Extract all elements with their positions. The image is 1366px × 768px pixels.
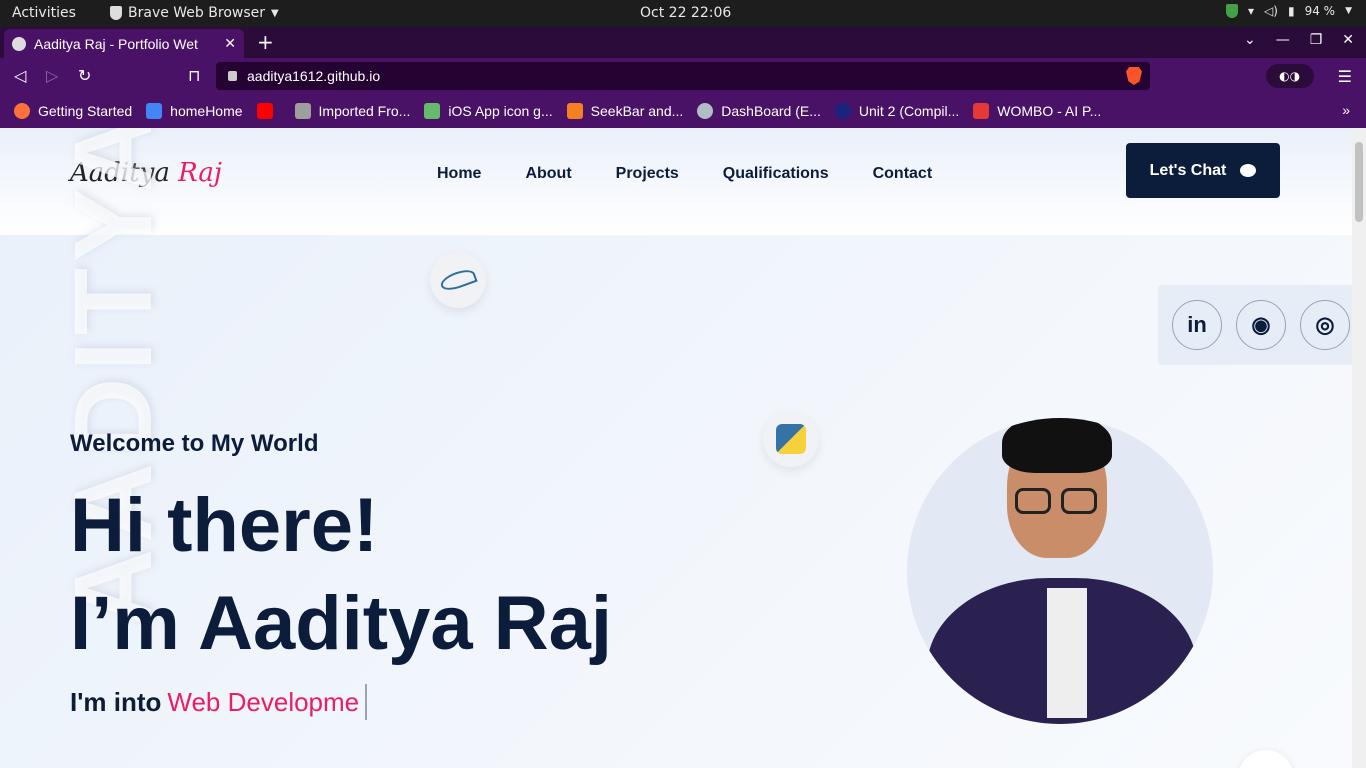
mysql-dolphin-icon — [438, 266, 478, 294]
chevron-down-icon: ▼ — [271, 7, 279, 19]
minimize-icon[interactable]: — — [1276, 32, 1290, 48]
tab-bar: Aaditya Raj - Portfolio Wet ✕ + ⌄ — ❐ ✕ — [0, 27, 1366, 58]
nav-home[interactable]: Home — [437, 165, 481, 183]
battery-percent: 94 % — [1304, 4, 1336, 18]
welcome-heading: Welcome to My World — [70, 430, 319, 457]
python-bubble — [763, 411, 819, 467]
tab-portfolio[interactable]: Aaditya Raj - Portfolio Wet ✕ — [4, 29, 244, 58]
volume-icon: ◁) — [1264, 4, 1278, 18]
bookmark-seekbar[interactable]: SeekBar and... — [566, 103, 683, 119]
toolbar-right: ◐◑ ☰ — [1265, 64, 1352, 88]
folder-icon — [294, 103, 311, 119]
firefox-icon — [14, 103, 30, 119]
reload-icon[interactable]: ↻ — [78, 66, 91, 85]
private-glasses-icon[interactable]: ◐◑ — [1265, 64, 1314, 88]
mysql-bubble — [430, 252, 486, 308]
social-links-panel: in ◉ ◎ — [1158, 285, 1352, 365]
battery-icon: ▮ — [1287, 4, 1295, 18]
shield-icon — [1226, 4, 1239, 18]
system-top-bar: Activities Brave Web Browser ▼ Oct 22 22… — [0, 0, 1366, 27]
app-menu[interactable]: Brave Web Browser ▼ — [110, 5, 279, 21]
linkedin-icon[interactable]: in — [1172, 300, 1222, 350]
brave-shields-icon[interactable] — [1126, 67, 1142, 85]
stackoverflow-icon — [566, 103, 583, 119]
wombo-icon — [973, 103, 990, 119]
typing-prefix: I'm into — [70, 686, 162, 717]
star-icon — [834, 103, 851, 119]
photo-shirt — [1047, 588, 1087, 718]
github-icon[interactable]: ◉ — [1236, 300, 1286, 350]
url-text[interactable]: aaditya1612.github.io — [247, 68, 380, 84]
toolbar: ◁ ▷ ↻ ⊓ aaditya1612.github.io ◐◑ ☰ — [0, 58, 1366, 94]
activities-button[interactable]: Activities — [12, 5, 76, 21]
bookmark-ios-app-icon[interactable]: iOS App icon g... — [424, 103, 553, 119]
bookmark-folder-imported[interactable]: Imported Fro... — [294, 103, 410, 119]
page-scrollbar[interactable] — [1352, 128, 1366, 768]
brave-icon — [110, 6, 122, 20]
bookmark-home[interactable]: homeHome — [146, 103, 243, 119]
nav-about[interactable]: About — [525, 165, 571, 183]
bookmark-dashboard[interactable]: DashBoard (E... — [697, 103, 821, 119]
lets-chat-button[interactable]: Let's Chat — [1126, 143, 1280, 198]
app-name: Brave Web Browser — [128, 5, 265, 21]
scrollbar-thumb[interactable] — [1355, 142, 1363, 222]
hero-greeting: Hi there! — [70, 483, 379, 568]
globe-icon — [12, 36, 26, 51]
app-icon — [424, 103, 441, 119]
typing-line: I'm into Web Developme — [70, 684, 368, 720]
python-icon — [776, 424, 806, 454]
site-nav: Home About Projects Qualifications Conta… — [437, 165, 932, 183]
clock[interactable]: Oct 22 22:06 — [640, 5, 731, 21]
typing-skill: Web Developme — [167, 686, 360, 717]
lock-icon[interactable] — [228, 71, 237, 81]
chevron-down-icon: ▼ — [1345, 6, 1352, 16]
menu-icon[interactable]: ☰ — [1338, 67, 1352, 86]
new-tab-button[interactable]: + — [257, 30, 274, 54]
close-tab-icon[interactable]: ✕ — [224, 36, 236, 52]
photo-hair — [1002, 418, 1112, 473]
youtube-icon — [256, 103, 273, 119]
tab-title: Aaditya Raj - Portfolio Wet — [34, 35, 198, 52]
wifi-icon: ▾ — [1248, 4, 1255, 18]
tab-list-icon[interactable]: ⌄ — [1244, 32, 1256, 48]
site-header: Aaditya Raj Home About Projects Qualific… — [0, 128, 1352, 235]
nav-qualifications[interactable]: Qualifications — [723, 165, 829, 183]
back-icon[interactable]: ◁ — [14, 66, 26, 85]
bookmark-unit-2[interactable]: Unit 2 (Compil... — [834, 103, 959, 119]
window-controls: ⌄ — ❐ ✕ — [1244, 32, 1354, 48]
profile-photo — [907, 418, 1213, 724]
bookmark-wombo[interactable]: WOMBO - AI P... — [973, 103, 1101, 119]
instagram-icon[interactable]: ◎ — [1300, 300, 1350, 350]
webpage: Aaditya Raj Home About Projects Qualific… — [0, 128, 1352, 768]
hero-name: I’m Aaditya Raj — [70, 581, 613, 666]
restore-icon[interactable]: ❐ — [1310, 32, 1323, 48]
tech-bubble — [1238, 750, 1294, 768]
bookmark-icon[interactable]: ⊓ — [188, 66, 200, 85]
photo-glasses-left — [1015, 488, 1051, 514]
ads-icon — [146, 103, 163, 119]
close-window-icon[interactable]: ✕ — [1342, 32, 1354, 48]
nav-contact[interactable]: Contact — [873, 165, 933, 183]
dashboard-icon — [697, 103, 714, 119]
bookmark-youtube[interactable] — [256, 103, 281, 119]
forward-icon[interactable]: ▷ — [46, 66, 58, 85]
bookmark-getting-started[interactable]: Getting Started — [14, 103, 132, 119]
photo-glasses-right — [1061, 488, 1097, 514]
nav-projects[interactable]: Projects — [616, 165, 679, 183]
more-bookmarks-icon[interactable]: » — [1342, 102, 1350, 118]
system-tray[interactable]: ▾ ◁) ▮ 94 % ▼ — [1226, 4, 1352, 18]
chat-icon — [1240, 164, 1257, 177]
typing-cursor — [365, 684, 368, 720]
bookmarks-bar: Getting Started homeHome Imported Fro...… — [0, 94, 1366, 128]
url-bar[interactable]: aaditya1612.github.io — [216, 62, 1150, 90]
